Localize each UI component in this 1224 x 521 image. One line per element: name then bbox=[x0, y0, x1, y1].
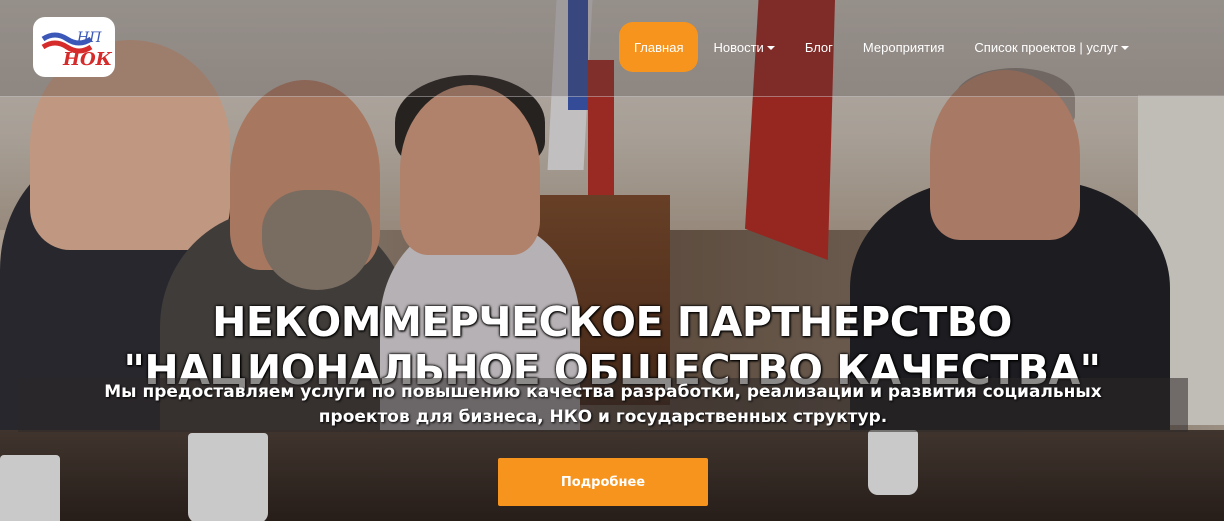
site-logo[interactable]: НП НОК bbox=[33, 17, 115, 77]
nav-item-news[interactable]: Новости bbox=[698, 22, 789, 72]
nav-item-label: Блог bbox=[804, 39, 833, 55]
logo-icon: НП НОК bbox=[41, 30, 113, 70]
nav-item-events[interactable]: Мероприятия bbox=[848, 22, 960, 72]
caret-down-icon bbox=[1121, 46, 1130, 50]
top-navbar: НП НОК Главная Новости Блог Мероприятия … bbox=[0, 0, 1224, 97]
nav-item-label: Список проектов | услуг bbox=[974, 39, 1119, 55]
nav-item-label: Новости bbox=[713, 39, 764, 55]
hero-subtitle-line2: проектов для бизнеса, НКО и государствен… bbox=[318, 407, 888, 427]
nav-item-home[interactable]: Главная bbox=[619, 22, 699, 72]
caret-down-icon bbox=[766, 46, 775, 50]
more-button[interactable]: Подробнее bbox=[498, 458, 708, 506]
nav-item-label: Мероприятия bbox=[862, 39, 945, 55]
nav-item-blog[interactable]: Блог bbox=[790, 22, 848, 72]
svg-text:НОК: НОК bbox=[62, 49, 113, 70]
nav-item-projects[interactable]: Список проектов | услуг bbox=[959, 22, 1144, 72]
hero-subtitle: Мы предоставляем услуги по повышению кач… bbox=[18, 378, 1188, 432]
main-nav: Главная Новости Блог Мероприятия Список … bbox=[619, 22, 1144, 72]
hero-title-line1: НЕКОММЕРЧЕСКОЕ ПАРТНЕРСТВО bbox=[212, 298, 1012, 347]
svg-text:НП: НП bbox=[76, 30, 102, 46]
hero-subtitle-line1: Мы предоставляем услуги по повышению кач… bbox=[104, 382, 1102, 402]
nav-item-label: Главная bbox=[634, 39, 684, 55]
